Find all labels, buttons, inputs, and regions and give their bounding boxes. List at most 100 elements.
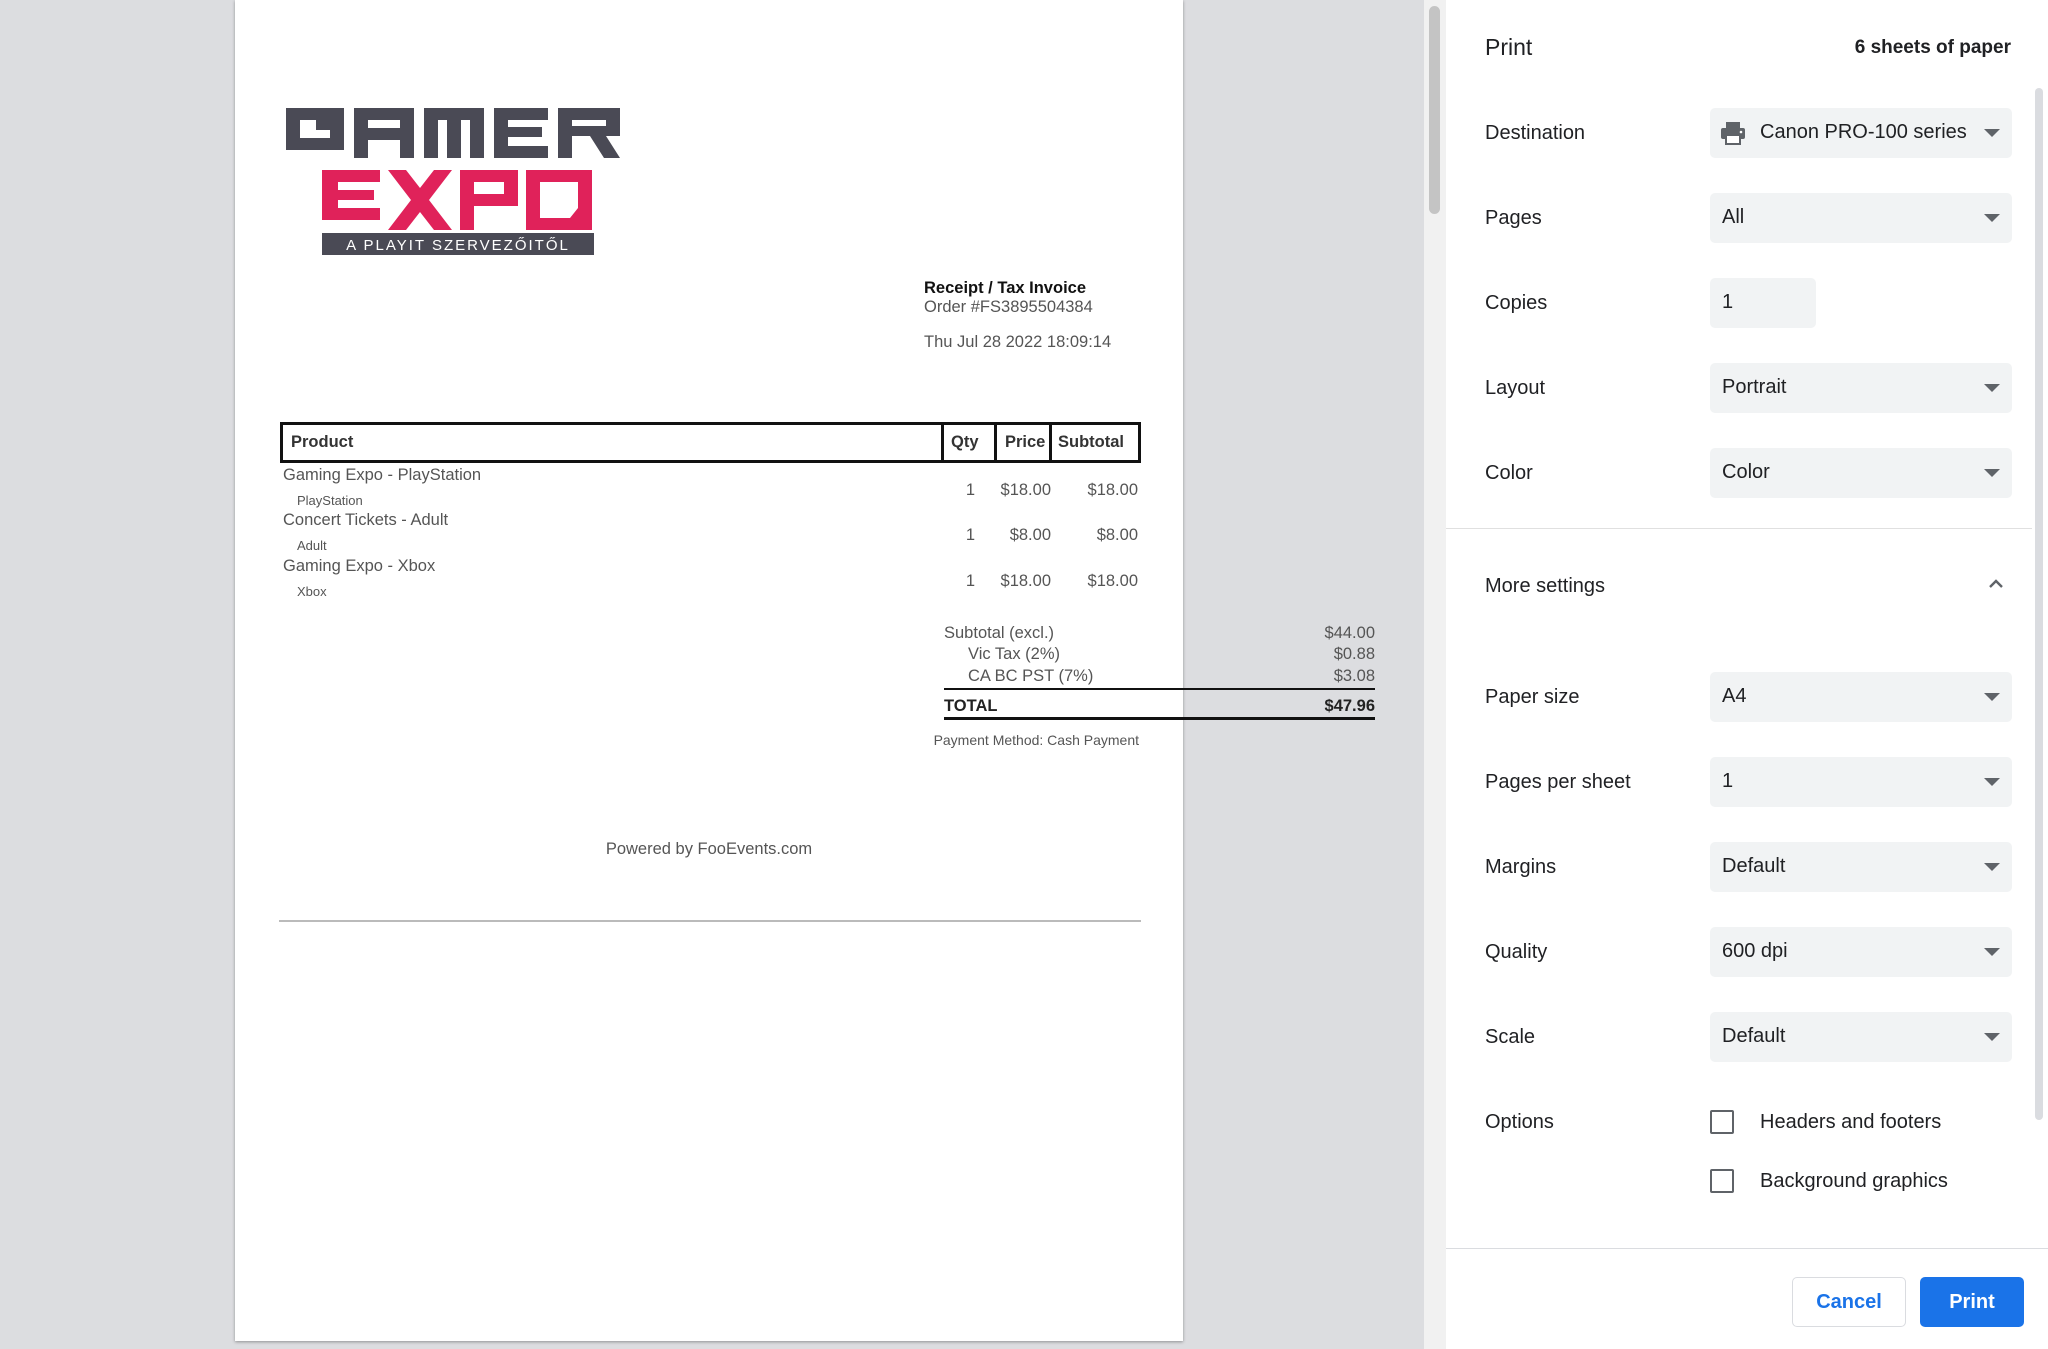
margins-value: Default <box>1722 855 1786 877</box>
logo-tagline: A PLAYIT SZERVEZŐITŐL <box>346 237 570 254</box>
price: $18.00 <box>1000 572 1051 590</box>
product-variant: Adult <box>297 538 327 553</box>
column-divider <box>994 425 997 460</box>
sheet-count: 6 sheets of paper <box>1854 37 2011 58</box>
page-divider <box>279 920 1141 922</box>
order-number: Order #FS3895504384 <box>924 298 1093 316</box>
subtotal: $18.00 <box>1087 481 1138 499</box>
total-label: TOTAL <box>944 697 998 715</box>
margins-label: Margins <box>1485 856 1557 878</box>
print-settings-panel: Print 6 sheets of paper Destination Cano… <box>1446 0 2048 1349</box>
column-divider <box>941 425 944 460</box>
dropdown-caret-icon <box>1984 384 2000 392</box>
layout-value: Portrait <box>1722 376 1787 398</box>
more-settings-toggle[interactable]: More settings <box>1485 575 1605 598</box>
subtotal: $18.00 <box>1087 572 1138 590</box>
copies-value: 1 <box>1722 291 1734 313</box>
options-label: Options <box>1485 1111 1554 1133</box>
table-row: Gaming Expo - Xbox Xbox 1 $18.00 $18.00 <box>280 557 1141 603</box>
scrollbar-thumb[interactable] <box>2035 88 2043 1120</box>
price: $8.00 <box>1009 526 1051 544</box>
margins-select[interactable]: Default <box>1710 842 2012 892</box>
dropdown-caret-icon <box>1984 778 2000 786</box>
dropdown-caret-icon <box>1984 469 2000 477</box>
product-name: Gaming Expo - Xbox <box>283 557 436 575</box>
pages-per-sheet-value: 1 <box>1722 770 1734 792</box>
col-product: Product <box>291 433 354 451</box>
pages-label: Pages <box>1485 207 1542 229</box>
headers-footers-label[interactable]: Headers and footers <box>1760 1111 1941 1134</box>
destination-value: Canon PRO-100 series <box>1760 121 1967 143</box>
product-table-header: Product Qty Price Subtotal <box>280 422 1141 463</box>
tax-label: Vic Tax (2%) <box>968 645 1061 663</box>
product-name: Concert Tickets - Adult <box>283 511 449 529</box>
totals-divider <box>944 717 1375 720</box>
cancel-button[interactable]: Cancel <box>1792 1277 1906 1327</box>
section-divider <box>1446 528 2032 529</box>
dialog-footer: Cancel Print <box>1446 1248 2048 1349</box>
pages-per-sheet-select[interactable]: 1 <box>1710 757 2012 807</box>
scale-label: Scale <box>1485 1026 1536 1048</box>
subtotal: $8.00 <box>1096 526 1138 544</box>
invoice-header: Receipt / Tax Invoice Order #FS389550438… <box>924 278 1114 351</box>
subtotal-line: Subtotal (excl.) $44.00 <box>944 624 1375 646</box>
scale-select[interactable]: Default <box>1710 1012 2012 1062</box>
background-graphics-checkbox[interactable] <box>1710 1169 1734 1193</box>
color-select[interactable]: Color <box>1710 448 2012 498</box>
col-subtotal: Subtotal <box>1058 433 1124 451</box>
chevron-up-icon[interactable] <box>1986 574 2006 594</box>
totals-divider <box>944 688 1375 690</box>
pages-per-sheet-label: Pages per sheet <box>1485 771 1631 793</box>
dropdown-caret-icon <box>1984 129 2000 137</box>
tax-line: Vic Tax (2%) $0.88 <box>944 645 1375 667</box>
background-graphics-label[interactable]: Background graphics <box>1760 1170 1948 1193</box>
settings-scrollbar[interactable] <box>2032 88 2048 1248</box>
total-line: TOTAL $47.96 <box>944 697 1375 719</box>
col-price: Price <box>1005 433 1046 451</box>
price: $18.00 <box>1000 481 1051 499</box>
product-variant: Xbox <box>297 584 327 599</box>
column-divider <box>1049 425 1052 460</box>
dropdown-caret-icon <box>1984 214 2000 222</box>
destination-select[interactable]: Canon PRO-100 series <box>1710 108 2012 158</box>
paper-size-select[interactable]: A4 <box>1710 672 2012 722</box>
headers-footers-checkbox[interactable] <box>1710 1110 1734 1134</box>
qty: 1 <box>965 526 975 544</box>
quality-select[interactable]: 600 dpi <box>1710 927 2012 977</box>
total-value: $47.96 <box>1324 697 1375 715</box>
layout-label: Layout <box>1485 377 1546 399</box>
pages-select[interactable]: All <box>1710 193 2012 243</box>
subtotal-label: Subtotal (excl.) <box>944 624 1055 642</box>
preview-scrollbar[interactable] <box>1424 0 1446 1349</box>
dropdown-caret-icon <box>1984 693 2000 701</box>
print-preview-area: A PLAYIT SZERVEZŐITŐL Receipt / Tax Invo… <box>0 0 1424 1349</box>
copies-input[interactable]: 1 <box>1710 278 1816 328</box>
destination-label: Destination <box>1485 122 1586 144</box>
invoice-title: Receipt / Tax Invoice <box>924 279 1087 297</box>
quality-value: 600 dpi <box>1722 940 1788 962</box>
scrollbar-thumb[interactable] <box>1429 6 1440 214</box>
quality-label: Quality <box>1485 941 1548 963</box>
pages-value: All <box>1722 206 1745 228</box>
printer-icon <box>1721 122 1745 145</box>
print-button[interactable]: Print <box>1920 1277 2024 1327</box>
table-row: Concert Tickets - Adult Adult 1 $8.00 $8… <box>280 511 1141 557</box>
payment-method: Payment Method: Cash Payment <box>933 732 1139 748</box>
product-name: Gaming Expo - PlayStation <box>283 466 482 484</box>
qty: 1 <box>965 481 975 499</box>
scale-value: Default <box>1722 1025 1786 1047</box>
tax-value: $3.08 <box>1333 667 1375 685</box>
tax-value: $0.88 <box>1333 645 1375 663</box>
copies-label: Copies <box>1485 292 1548 314</box>
layout-select[interactable]: Portrait <box>1710 363 2012 413</box>
gamer-expo-logo: A PLAYIT SZERVEZŐITŐL <box>286 108 620 255</box>
qty: 1 <box>965 572 975 590</box>
dropdown-caret-icon <box>1984 863 2000 871</box>
tax-label: CA BC PST (7%) <box>968 667 1094 685</box>
table-row: Gaming Expo - PlayStation PlayStation 1 … <box>280 466 1141 512</box>
paper-size-label: Paper size <box>1485 686 1580 708</box>
paper-size-value: A4 <box>1722 685 1747 707</box>
preview-page: A PLAYIT SZERVEZŐITŐL Receipt / Tax Invo… <box>235 0 1375 1341</box>
panel-title: Print <box>1485 34 1533 60</box>
product-variant: PlayStation <box>297 493 363 508</box>
